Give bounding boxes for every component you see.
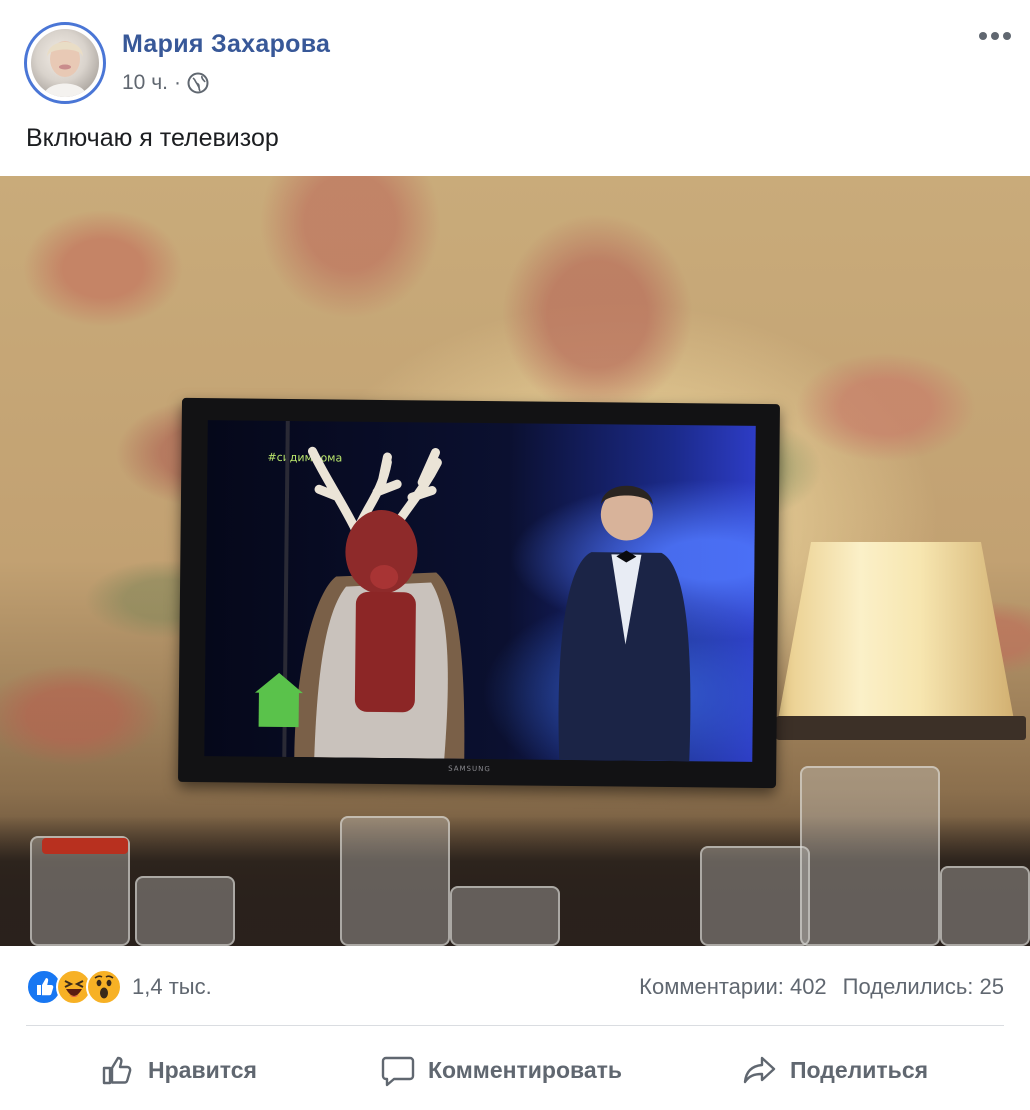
lamp-base (776, 716, 1026, 740)
jar (700, 846, 810, 946)
more-icon-dot (1003, 32, 1011, 40)
divider (26, 1025, 1004, 1026)
engagement-counts: Комментарии: 402 Поделились: 25 (639, 974, 1004, 1000)
reactions-summary[interactable]: 1,4 тыс. (26, 968, 212, 1006)
post-timestamp[interactable]: 10 ч. (122, 71, 168, 95)
post-meta: 10 ч. · (122, 70, 209, 96)
author-name[interactable]: Мария Захарова (122, 30, 330, 59)
post-actions: Нравится Комментировать Поделиться (0, 1040, 1030, 1100)
tv-screen: #сидимдома (204, 420, 756, 762)
avatar[interactable] (24, 22, 106, 104)
avatar-photo (31, 29, 99, 97)
like-button-label: Нравится (148, 1056, 257, 1083)
tv: #сидимдома SAMSUNG (178, 397, 780, 789)
share-button[interactable]: Поделиться (742, 1040, 928, 1100)
comment-button[interactable]: Комментировать (380, 1040, 622, 1100)
comment-icon (381, 1056, 415, 1087)
jar (135, 876, 235, 946)
tv-scene (254, 420, 691, 762)
share-button-label: Поделиться (790, 1056, 929, 1083)
lamp-shade (778, 542, 1014, 720)
like-button[interactable]: Нравится (100, 1040, 257, 1100)
tv-brand: SAMSUNG (448, 764, 491, 774)
meta-separator: · (173, 71, 181, 94)
globe-icon[interactable] (187, 72, 209, 94)
facebook-post: Мария Захарова 10 ч. · Включаю я телевиз… (0, 0, 1030, 1110)
thumbs-up-icon (102, 1056, 132, 1085)
jar-lid (42, 838, 128, 854)
jar (940, 866, 1030, 946)
wow-reaction-icon (86, 969, 122, 1005)
jar (800, 766, 940, 946)
shares-count[interactable]: Поделились: 25 (843, 974, 1004, 1000)
jar (450, 886, 560, 946)
post-photo[interactable]: #сидимдома SAMSUNG (0, 176, 1030, 946)
comments-count[interactable]: Комментарии: 402 (639, 974, 827, 1000)
more-options-button[interactable] (972, 20, 1018, 52)
post-text: Включаю я телевизор (26, 124, 279, 152)
reactions-count[interactable]: 1,4 тыс. (132, 974, 212, 1000)
comment-button-label: Комментировать (428, 1056, 623, 1083)
share-icon (743, 1056, 776, 1084)
jar (340, 816, 450, 946)
more-icon-dot (991, 32, 999, 40)
more-icon-dot (979, 32, 987, 40)
